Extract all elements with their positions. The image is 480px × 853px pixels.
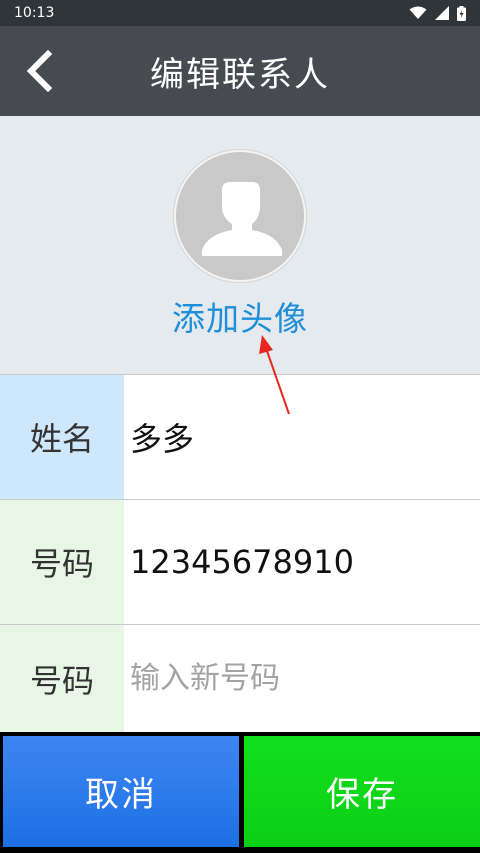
back-button[interactable] xyxy=(14,46,64,96)
save-button[interactable]: 保存 xyxy=(244,736,480,847)
chevron-left-icon xyxy=(26,50,53,92)
app-bar: 编辑联系人 xyxy=(0,26,480,116)
phone-field[interactable]: 12345678910 xyxy=(130,500,470,624)
new-phone-row: 号码 xyxy=(0,624,480,732)
new-phone-input[interactable] xyxy=(126,625,470,732)
wifi-icon xyxy=(409,6,427,19)
phone-label: 号码 xyxy=(0,500,124,624)
signal-icon xyxy=(435,6,449,20)
phone-row: 号码 12345678910 xyxy=(0,499,480,624)
new-phone-label: 号码 xyxy=(0,625,124,732)
name-row: 姓名 多多 xyxy=(0,374,480,499)
status-time: 10:13 xyxy=(14,5,55,21)
add-avatar-link[interactable]: 添加头像 xyxy=(0,292,480,340)
name-field[interactable]: 多多 xyxy=(130,375,470,499)
avatar[interactable] xyxy=(174,150,306,282)
name-label: 姓名 xyxy=(0,375,124,499)
page-title: 编辑联系人 xyxy=(150,54,330,95)
person-silhouette-icon xyxy=(202,182,282,256)
status-icons xyxy=(409,5,466,21)
status-bar: 10:13 xyxy=(0,0,480,26)
cancel-button[interactable]: 取消 xyxy=(3,736,239,847)
avatar-section: 添加头像 xyxy=(0,116,480,374)
battery-icon xyxy=(457,5,466,21)
